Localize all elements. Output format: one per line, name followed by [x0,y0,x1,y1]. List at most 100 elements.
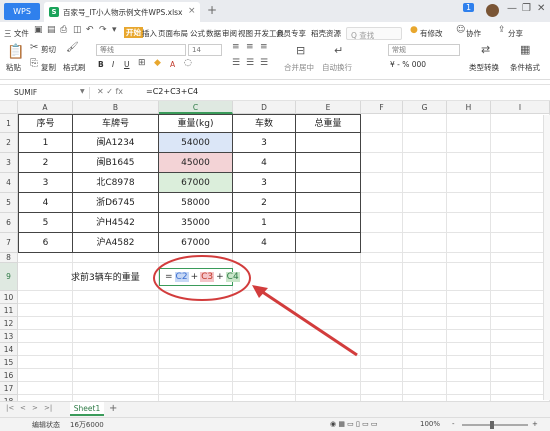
grid-cell[interactable] [361,330,403,343]
grid-cell[interactable] [159,291,233,304]
column-header-f[interactable]: F [361,101,403,114]
row-header-6[interactable]: 6 [0,213,18,233]
table-cell[interactable]: 闽B1645 [73,153,159,173]
tab-formulas[interactable]: 公式 [190,28,205,39]
format-painter-label[interactable]: 格式刷 [63,62,86,73]
currency-icon[interactable]: ¥ - % 000 [390,60,426,69]
grid-cell[interactable] [403,253,447,263]
grid-cell[interactable] [491,253,550,263]
grid-cell[interactable] [447,317,491,330]
grid-cell[interactable] [403,317,447,330]
grid-cell[interactable] [159,382,233,395]
font-color-icon[interactable]: A [170,60,175,69]
bold-icon[interactable]: B [98,60,104,69]
table-header-cell[interactable]: 重量(kg) [159,114,233,133]
select-all-corner[interactable] [0,101,18,114]
grid-cell[interactable] [447,193,491,213]
grid-cell[interactable] [447,173,491,193]
undo-icon[interactable]: ↶ [86,25,94,35]
format-painter-icon[interactable]: 🖌 [66,42,79,53]
row-header-9[interactable]: 9 [0,263,18,291]
grid-cell[interactable] [159,343,233,356]
align-right-icon[interactable]: ☰ [260,58,268,68]
cond-format-label[interactable]: 条件格式 [510,62,540,73]
formula-fx-icon[interactable]: ✕ ✓ fx [97,87,123,96]
grid-cell[interactable] [447,253,491,263]
preview-icon[interactable]: ◫ [73,25,82,35]
row-header-3[interactable]: 3 [0,153,18,173]
redo-icon[interactable]: ↷ [99,25,107,35]
grid-cell[interactable] [296,291,361,304]
grid-cell[interactable] [403,304,447,317]
add-sheet-icon[interactable]: + [109,403,117,414]
spreadsheet-grid[interactable]: ABCDEFGHI123456789101112131415161718序号车牌… [0,101,550,401]
row-header-10[interactable]: 10 [0,291,18,304]
table-cell[interactable] [296,233,361,253]
avatar[interactable] [486,4,499,17]
sheet-last-icon[interactable]: >| [44,404,52,412]
grid-cell[interactable] [403,291,447,304]
sheet-first-icon[interactable]: |< [6,404,14,412]
grid-cell[interactable] [447,330,491,343]
grid-cell[interactable] [73,317,159,330]
grid-cell[interactable] [447,133,491,153]
grid-cell[interactable] [73,253,159,263]
table-cell[interactable]: 浙D6745 [73,193,159,213]
grid-cell[interactable] [233,291,296,304]
table-cell[interactable]: 4 [18,193,73,213]
active-cell-editor[interactable]: = C2 + C3 + C4 [159,268,240,286]
table-cell[interactable] [296,153,361,173]
document-tab[interactable]: S 百家号_IT小人物示例文件WPS.xlsx × [44,2,200,22]
grid-cell[interactable] [233,330,296,343]
add-tab-icon[interactable]: + [207,3,217,17]
grid-cell[interactable] [296,356,361,369]
row-header-4[interactable]: 4 [0,173,18,193]
grid-cell[interactable] [491,317,550,330]
italic-icon[interactable]: I [112,60,114,69]
column-header-c[interactable]: C [159,101,233,114]
search-input[interactable]: Q 查找 [346,27,402,40]
grid-cell[interactable] [361,114,403,133]
table-cell[interactable]: 35000 [159,213,233,233]
grid-cell[interactable] [361,369,403,382]
grid-cell[interactable] [159,356,233,369]
copy-label[interactable]: 复制 [41,62,56,73]
grid-cell[interactable] [447,263,491,291]
grid-cell[interactable] [159,369,233,382]
chevron-down-icon[interactable]: ▼ [80,88,85,95]
tab-member[interactable]: 会员专享 [276,28,306,39]
grid-cell[interactable] [233,304,296,317]
grid-cell[interactable] [491,173,550,193]
grid-cell[interactable] [447,213,491,233]
grid-cell[interactable] [159,304,233,317]
font-size-select[interactable]: 14 [188,44,222,56]
wrap-icon[interactable]: ↵ [334,44,343,57]
grid-cell[interactable] [233,343,296,356]
grid-cell[interactable] [403,213,447,233]
grid-cell[interactable] [233,317,296,330]
grid-cell[interactable] [361,173,403,193]
grid-cell[interactable] [73,330,159,343]
minimize-icon[interactable]: — [507,3,517,14]
grid-cell[interactable] [361,317,403,330]
sheet-tab-sheet1[interactable]: Sheet1 [70,402,104,416]
grid-cell[interactable] [73,356,159,369]
table-cell[interactable]: 2 [233,193,296,213]
grid-cell[interactable] [491,330,550,343]
align-left-icon[interactable]: ☰ [232,58,240,68]
grid-cell[interactable] [159,253,233,263]
grid-cell[interactable] [403,356,447,369]
has-edit-label[interactable]: 有修改 [420,28,443,39]
align-center-icon[interactable]: ☰ [246,58,254,68]
save-icon[interactable]: ▣ [34,25,43,35]
table-cell[interactable]: 1 [18,133,73,153]
table-cell[interactable]: 6 [18,233,73,253]
table-cell[interactable]: 4 [233,153,296,173]
grid-cell[interactable] [491,193,550,213]
grid-cell[interactable] [73,304,159,317]
grid-cell[interactable] [403,233,447,253]
grid-cell[interactable] [491,382,550,395]
grid-cell[interactable] [361,382,403,395]
grid-cell[interactable] [491,153,550,173]
grid-cell[interactable] [447,114,491,133]
